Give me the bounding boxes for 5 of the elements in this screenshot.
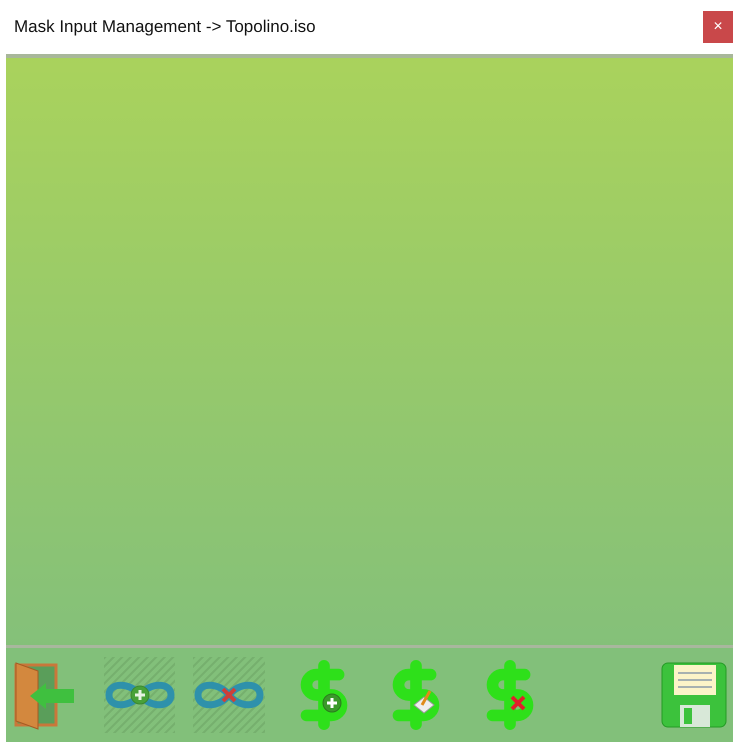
window-title: Mask Input Management -> Topolino.iso xyxy=(14,17,316,37)
dollar-remove-icon xyxy=(485,660,536,730)
dollar-edit-icon xyxy=(390,660,441,730)
dollar-add-icon xyxy=(299,660,350,730)
close-button[interactable]: × xyxy=(703,11,733,43)
